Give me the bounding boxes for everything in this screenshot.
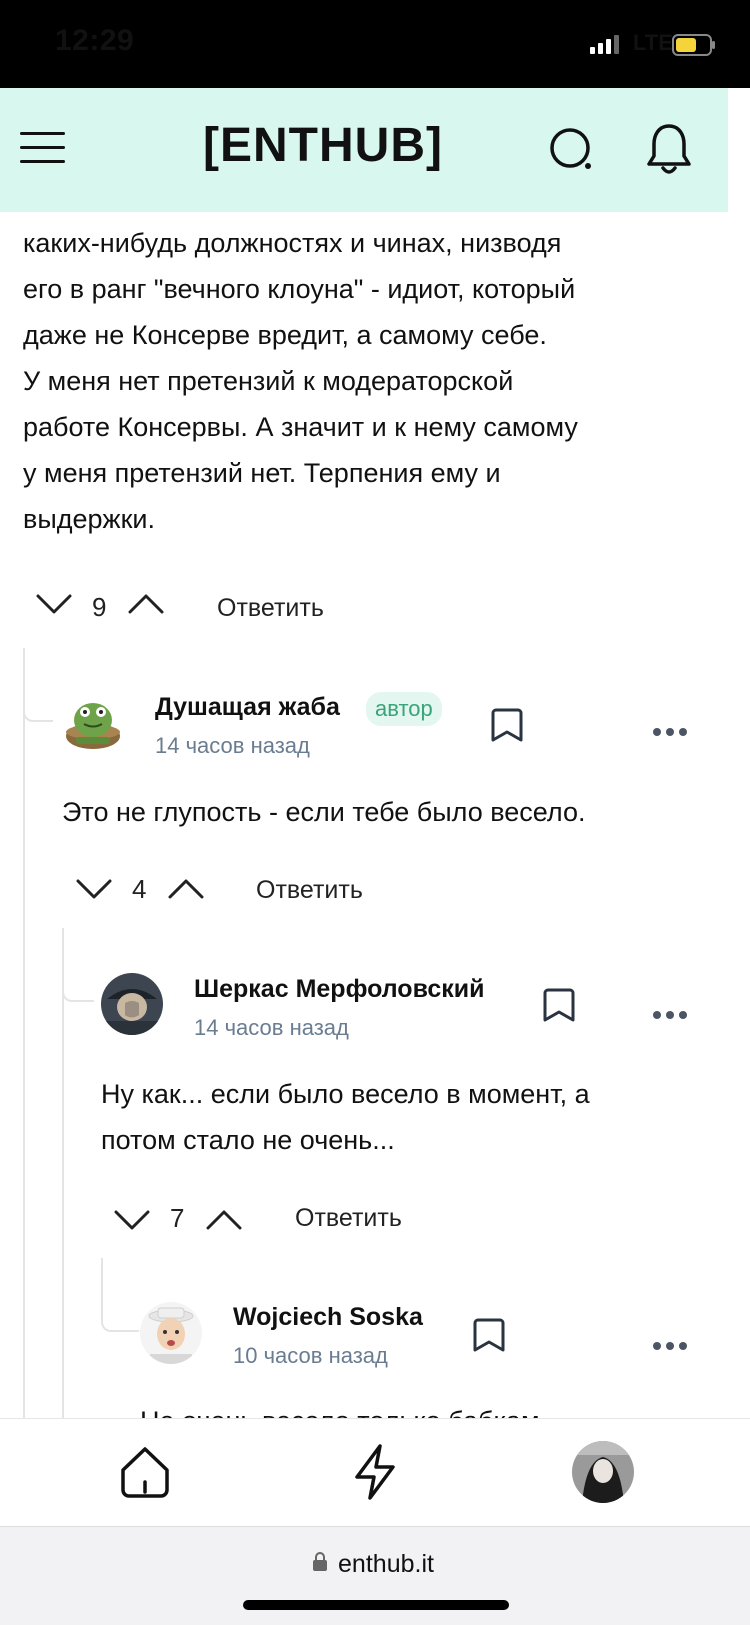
- comment-text-line-1: Ну как... если было весело в момент, а: [101, 1079, 590, 1109]
- activity-button[interactable]: [352, 1443, 398, 1501]
- comment-author[interactable]: Душащая жаба: [155, 693, 340, 722]
- comment-author[interactable]: Wojciech Soska: [233, 1303, 423, 1332]
- comment-vote-count: 7: [170, 1203, 185, 1233]
- post-line-4: У меня нет претензий к модераторской: [23, 366, 514, 396]
- downvote-button[interactable]: [76, 878, 112, 900]
- comment-reply-button[interactable]: Ответить: [295, 1204, 402, 1233]
- thread-connector: [101, 1258, 139, 1332]
- search-icon: [550, 128, 591, 169]
- downvote-button[interactable]: [36, 593, 72, 615]
- more-dots-icon: [653, 728, 687, 736]
- thread-line: [23, 648, 25, 1418]
- comment-time: 14 часов назад: [155, 733, 310, 758]
- avatar[interactable]: [62, 690, 124, 752]
- upvote-button[interactable]: [168, 878, 204, 900]
- thread-connector: [23, 648, 53, 722]
- browser-url[interactable]: enthub.it: [0, 1550, 750, 1579]
- comment-time: 14 часов назад: [194, 1015, 349, 1040]
- bell-icon: [647, 124, 691, 174]
- author-badge: автор: [366, 692, 442, 726]
- post-line-1: каких-нибудь должностях и чинах, низводя: [23, 228, 562, 258]
- comment-text-line-2: потом стало не очень...: [101, 1125, 395, 1155]
- avatar[interactable]: [101, 973, 163, 1035]
- bookmark-button[interactable]: [542, 986, 576, 1024]
- chevron-up-icon: [128, 594, 164, 614]
- more-dots-icon: [653, 1342, 687, 1350]
- thread-connector: [62, 928, 94, 1002]
- home-button[interactable]: [117, 1444, 173, 1500]
- profile-avatar[interactable]: [572, 1441, 634, 1503]
- chevron-down-icon: [114, 1210, 150, 1230]
- more-options-button[interactable]: [652, 724, 688, 736]
- bookmark-button[interactable]: [472, 1316, 506, 1354]
- comment-vote-count: 4: [132, 874, 147, 904]
- post-line-3: даже не Консерве вредит, а самому себе.: [23, 320, 547, 350]
- status-time: 12:29: [55, 24, 135, 57]
- post-vote-count: 9: [92, 592, 107, 622]
- home-icon: [121, 1447, 169, 1498]
- notifications-button[interactable]: [644, 122, 694, 176]
- battery-icon: [672, 34, 716, 56]
- post-line-2: его в ранг "вечного клоуна" - идиот, кот…: [23, 274, 576, 304]
- upvote-button[interactable]: [128, 593, 164, 615]
- network-label: LTE: [633, 30, 673, 55]
- menu-button[interactable]: [20, 131, 65, 165]
- chevron-down-icon: [36, 594, 72, 614]
- hamburger-icon: [20, 132, 65, 163]
- chevron-down-icon: [76, 879, 112, 899]
- chevron-up-icon: [206, 1210, 242, 1230]
- site-logo[interactable]: [ENTHUB]: [203, 118, 443, 173]
- more-options-button[interactable]: [652, 1007, 688, 1019]
- bookmark-icon: [543, 988, 575, 1022]
- downvote-button[interactable]: [114, 1209, 150, 1231]
- bookmark-button[interactable]: [490, 706, 524, 744]
- thread-line: [62, 928, 64, 1418]
- more-options-button[interactable]: [652, 1338, 688, 1350]
- comment-reply-button[interactable]: Ответить: [256, 876, 363, 905]
- chevron-up-icon: [168, 879, 204, 899]
- comment-text: Это не глупость - если тебе было весело.: [62, 797, 586, 827]
- avatar[interactable]: [140, 1302, 202, 1364]
- home-indicator: [243, 1600, 509, 1610]
- post-line-5: работе Консервы. А значит и к нему самом…: [23, 412, 578, 442]
- post-reply-button[interactable]: Ответить: [217, 594, 324, 623]
- more-dots-icon: [653, 1011, 687, 1019]
- post-line-6: у меня претензий нет. Терпения ему и: [23, 458, 501, 488]
- search-button[interactable]: [548, 126, 596, 174]
- signal-icon: [590, 34, 620, 54]
- bookmark-icon: [473, 1318, 505, 1352]
- bookmark-icon: [491, 708, 523, 742]
- lightning-icon: [355, 1444, 395, 1500]
- post-line-7: выдержки.: [23, 504, 155, 534]
- upvote-button[interactable]: [206, 1209, 242, 1231]
- comment-time: 10 часов назад: [233, 1343, 388, 1368]
- comment-author[interactable]: Шеркас Мерфоловский: [194, 975, 484, 1004]
